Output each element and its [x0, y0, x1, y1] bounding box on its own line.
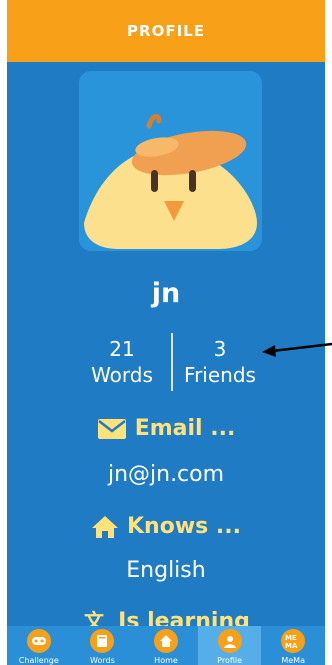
- email-value: jn@jn.com: [107, 462, 225, 487]
- svg-text:ME: ME: [285, 634, 297, 642]
- mema-logo-icon: ME MA: [281, 629, 306, 653]
- bottom-tab-bar: Challenge Words Home Profile ME MA MeMa: [7, 626, 325, 665]
- tab-mema-label: MeMa: [281, 656, 305, 665]
- knows-value: English: [126, 558, 206, 583]
- tab-words[interactable]: Words: [71, 626, 135, 665]
- tab-mema[interactable]: ME MA MeMa: [261, 626, 325, 665]
- home-icon: [153, 629, 178, 653]
- friends-label: Friends: [184, 363, 256, 387]
- tab-home[interactable]: Home: [134, 626, 198, 665]
- words-stat[interactable]: 21 Words: [79, 336, 165, 388]
- friends-stat[interactable]: 3 Friends: [177, 336, 263, 388]
- home-icon: [92, 515, 118, 538]
- svg-text:MA: MA: [285, 642, 298, 649]
- chick-avatar-icon: [84, 113, 257, 249]
- words-count: 21: [109, 337, 135, 361]
- profile-screen: PROFILE jn 21 Words 3 Friends Email ... …: [7, 0, 325, 665]
- words-label: Words: [91, 363, 153, 387]
- tab-words-label: Words: [90, 656, 115, 665]
- knows-heading-label: Knows ...: [127, 514, 241, 539]
- friends-count: 3: [213, 337, 227, 361]
- stats-divider: [171, 333, 173, 391]
- envelope-icon: [97, 418, 126, 439]
- header-bar: PROFILE: [7, 0, 325, 62]
- tab-challenge[interactable]: Challenge: [7, 626, 71, 665]
- tab-profile[interactable]: Profile: [197, 626, 262, 665]
- tab-home-label: Home: [154, 656, 178, 665]
- avatar: [79, 71, 262, 251]
- page-title: PROFILE: [127, 22, 205, 40]
- knows-heading: Knows ...: [7, 514, 325, 539]
- email-heading: Email ...: [7, 416, 325, 441]
- tab-challenge-label: Challenge: [18, 656, 59, 665]
- book-icon: [90, 629, 115, 653]
- gamepad-icon: [26, 629, 51, 653]
- tab-profile-label: Profile: [217, 656, 243, 665]
- username: jn: [151, 278, 181, 309]
- email-heading-label: Email ...: [134, 416, 236, 441]
- user-icon: [217, 629, 242, 653]
